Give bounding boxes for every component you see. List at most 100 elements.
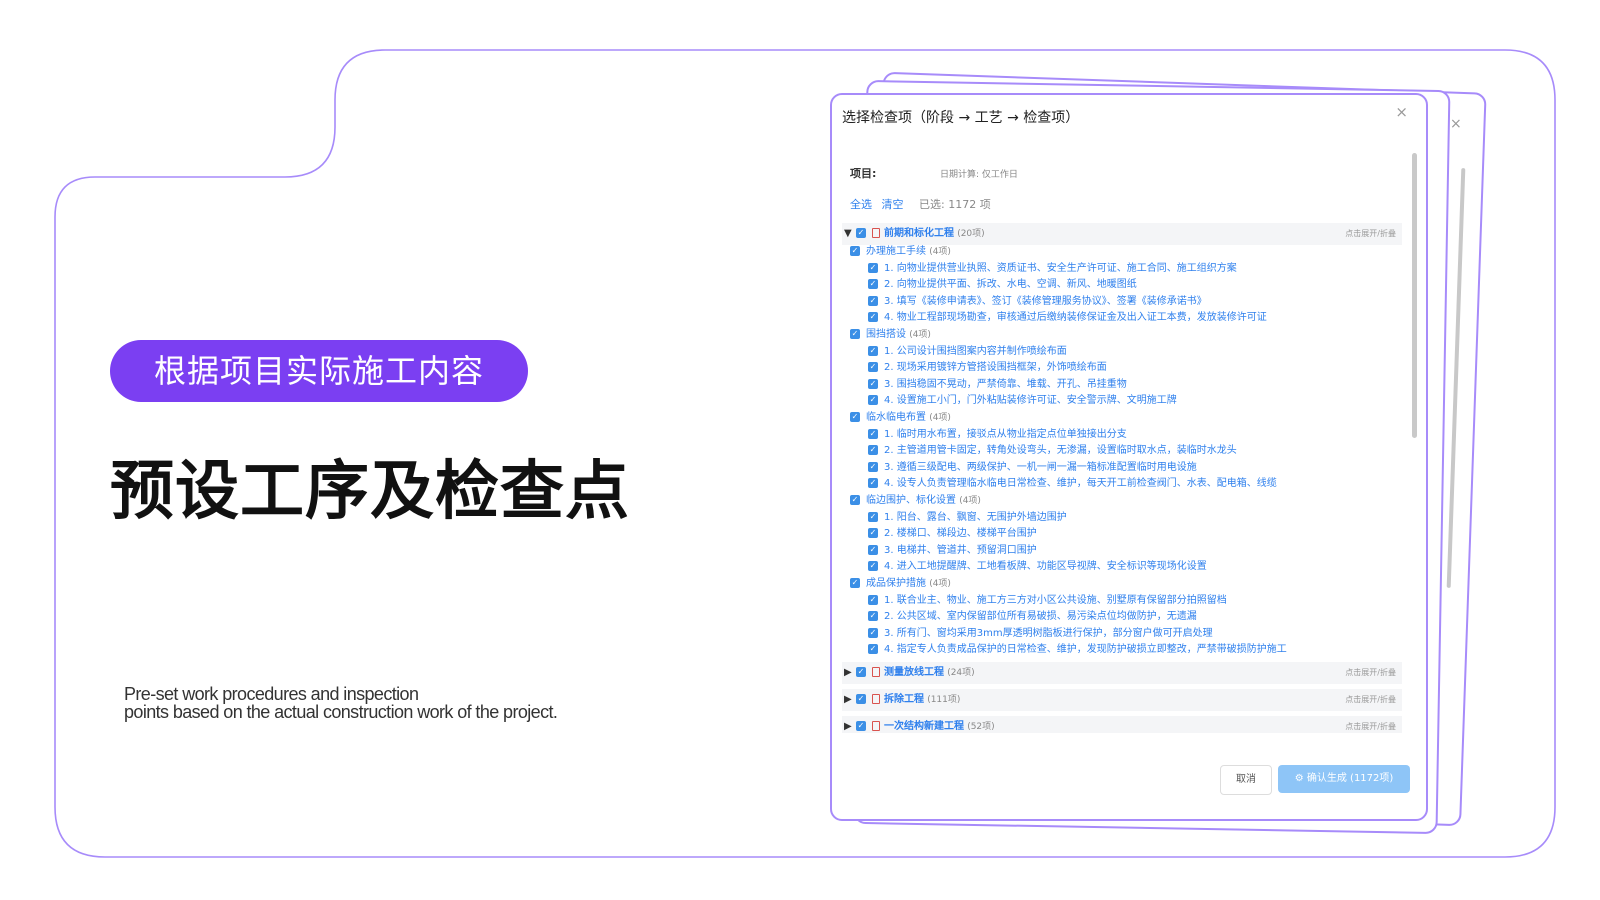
check-item[interactable]: 3. 遵循三级配电、两级保护、一机一闸一漏一箱标准配置临时用电设施 <box>868 461 1197 475</box>
check-item[interactable]: 3. 填写《装修申请表》、签订《装修管理服务协议》、签署《装修承诺书》 <box>868 295 1207 309</box>
check-item[interactable]: 1. 公司设计围挡图案内容并制作喷绘布面 <box>868 345 1067 359</box>
checkbox[interactable] <box>850 495 860 505</box>
group-row[interactable]: 临水临电布置 (4项) <box>850 411 951 425</box>
check-item-text: 3. 遵循三级配电、两级保护、一机一闸一漏一箱标准配置临时用电设施 <box>884 462 1197 473</box>
stage-row[interactable]: ▶ 拆除工程 (111项) 点击展开/折叠 <box>842 689 1402 711</box>
checkbox[interactable] <box>868 545 878 555</box>
close-icon[interactable]: × <box>1395 103 1408 121</box>
check-item[interactable]: 4. 设置施工小门，门外粘贴装修许可证、安全警示牌、文明施工牌 <box>868 394 1177 408</box>
checkbox[interactable] <box>850 246 860 256</box>
selected-count: 已选: 1172 项 <box>919 198 991 211</box>
english-subtitle: Pre-set work procedures and inspection p… <box>124 685 584 721</box>
stage-row[interactable]: ▶ 测量放线工程 (24项) 点击展开/折叠 <box>842 662 1402 684</box>
check-item[interactable]: 1. 联合业主、物业、施工方三方对小区公共设施、别墅原有保留部分拍照留档 <box>868 594 1227 608</box>
checkbox[interactable] <box>850 578 860 588</box>
check-item-text: 4. 设专人负责管理临水临电日常检查、维护，每天开工前检查阀门、水表、配电箱、线… <box>884 478 1277 489</box>
checkbox[interactable] <box>868 279 878 289</box>
checkbox[interactable] <box>868 429 878 439</box>
expand-hint: 点击展开/折叠 <box>1345 668 1396 677</box>
group-name: 办理施工手续 <box>866 246 926 257</box>
check-item-text: 1. 联合业主、物业、施工方三方对小区公共设施、别墅原有保留部分拍照留档 <box>884 595 1227 606</box>
stage-row[interactable]: ▶ 一次结构新建工程 (52项) 点击展开/折叠 <box>842 716 1402 733</box>
caret-right-icon[interactable]: ▶ <box>844 662 852 684</box>
document-icon <box>872 694 880 704</box>
checkbox[interactable] <box>868 462 878 472</box>
checkbox[interactable] <box>868 561 878 571</box>
group-row[interactable]: 临边围护、标化设置 (4项) <box>850 494 981 508</box>
checkbox[interactable] <box>868 445 878 455</box>
highlight-pill: 根据项目实际施工内容 <box>110 340 528 402</box>
checkbox[interactable] <box>868 362 878 372</box>
group-row[interactable]: 成品保护措施 (4项) <box>850 577 951 591</box>
group-name: 成品保护措施 <box>866 578 926 589</box>
check-item[interactable]: 4. 设专人负责管理临水临电日常检查、维护，每天开工前检查阀门、水表、配电箱、线… <box>868 477 1277 491</box>
caret-right-icon[interactable]: ▶ <box>844 716 852 733</box>
checkbox[interactable] <box>868 478 878 488</box>
clear-link[interactable]: 清空 <box>882 198 904 211</box>
check-item[interactable]: 2. 公共区域、室内保留部位所有易破损、易污染点位均做防护，无遗漏 <box>868 610 1197 624</box>
stage-count: (52项) <box>967 722 995 732</box>
checkbox[interactable] <box>868 628 878 638</box>
check-item[interactable]: 3. 电梯井、管道井、预留洞口围护 <box>868 544 1037 558</box>
checkbox[interactable] <box>856 721 866 731</box>
expand-hint: 点击展开/折叠 <box>1345 722 1396 731</box>
caret-right-icon[interactable]: ▶ <box>844 689 852 711</box>
checkbox[interactable] <box>868 296 878 306</box>
checkbox[interactable] <box>868 595 878 605</box>
confirm-generate-button[interactable]: ⚙ 确认生成 (1172项) <box>1278 765 1410 793</box>
check-item[interactable]: 2. 现场采用镀锌方管搭设围挡框架，外饰喷绘布面 <box>868 361 1107 375</box>
checkbox[interactable] <box>868 644 878 654</box>
document-icon <box>872 721 880 731</box>
caret-down-icon[interactable]: ▼ <box>844 223 852 245</box>
check-item[interactable]: 2. 楼梯口、梯段边、楼梯平台围护 <box>868 527 1037 541</box>
group-count: (4项) <box>929 247 951 257</box>
checkbox[interactable] <box>868 512 878 522</box>
checkbox[interactable] <box>850 412 860 422</box>
checkbox[interactable] <box>856 694 866 704</box>
group-row[interactable]: 围挡搭设 (4项) <box>850 328 931 342</box>
stage-name: 测量放线工程 <box>884 667 944 678</box>
group-name: 临边围护、标化设置 <box>866 495 956 506</box>
check-item-text: 1. 阳台、露台、飘窗、无围护外墙边围护 <box>884 512 1067 523</box>
checklist-tree: ▼ 前期和标化工程 (20项) 点击展开/折叠 办理施工手续 (4项) 1. 向… <box>842 223 1402 733</box>
group-count: (4项) <box>909 330 931 340</box>
checkbox[interactable] <box>856 667 866 677</box>
check-item-text: 2. 公共区域、室内保留部位所有易破损、易污染点位均做防护，无遗漏 <box>884 611 1197 622</box>
scrollbar[interactable] <box>1412 153 1417 438</box>
check-item[interactable]: 2. 主管道用管卡固定，转角处设弯头，无渗漏，设置临时取水点，装临时水龙头 <box>868 444 1237 458</box>
check-item-text: 2. 现场采用镀锌方管搭设围挡框架，外饰喷绘布面 <box>884 362 1107 373</box>
cancel-button[interactable]: 取消 <box>1220 765 1272 795</box>
check-item[interactable]: 3. 所有门、窗均采用3mm厚透明树脂板进行保护，部分窗户做可开启处理 <box>868 627 1213 641</box>
check-item[interactable]: 1. 向物业提供营业执照、资质证书、安全生产许可证、施工合同、施工组织方案 <box>868 262 1237 276</box>
check-item[interactable]: 3. 围挡稳固不晃动，严禁倚靠、堆载、开孔、吊挂重物 <box>868 378 1127 392</box>
check-item[interactable]: 1. 阳台、露台、飘窗、无围护外墙边围护 <box>868 511 1067 525</box>
check-item-text: 4. 物业工程部现场勘查，审核通过后缴纳装修保证金及出入证工本费，发放装修许可证 <box>884 312 1267 323</box>
stage-count: (24项) <box>947 668 975 678</box>
select-all-link[interactable]: 全选 <box>850 198 872 211</box>
check-item-text: 2. 楼梯口、梯段边、楼梯平台围护 <box>884 528 1037 539</box>
checkbox[interactable] <box>868 395 878 405</box>
check-item-text: 2. 向物业提供平面、拆改、水电、空调、新风、地暖图纸 <box>884 279 1137 290</box>
project-value: 日期计算: 仅工作日 <box>940 170 1018 180</box>
checkbox[interactable] <box>868 379 878 389</box>
checkbox[interactable] <box>868 263 878 273</box>
checkbox[interactable] <box>868 528 878 538</box>
check-item[interactable]: 4. 指定专人负责成品保护的日常检查、维护，发现防护破损立即整改，严禁带破损防护… <box>868 643 1287 657</box>
check-item[interactable]: 1. 临时用水布置，接驳点从物业指定点位单独接出分支 <box>868 428 1127 442</box>
checkbox[interactable] <box>856 228 866 238</box>
dialog-title: 选择检查项（阶段 → 工艺 → 检查项） <box>842 110 1080 126</box>
group-row[interactable]: 办理施工手续 (4项) <box>850 245 951 259</box>
check-item[interactable]: 2. 向物业提供平面、拆改、水电、空调、新风、地暖图纸 <box>868 278 1137 292</box>
stage-row[interactable]: ▼ 前期和标化工程 (20项) 点击展开/折叠 <box>842 223 1402 245</box>
checkbox[interactable] <box>850 329 860 339</box>
checkbox[interactable] <box>868 346 878 356</box>
stage-count: (111项) <box>927 695 961 705</box>
group-count: (4项) <box>929 413 951 423</box>
group-name: 临水临电布置 <box>866 412 926 423</box>
check-item-text: 3. 电梯井、管道井、预留洞口围护 <box>884 545 1037 556</box>
checkbox[interactable] <box>868 611 878 621</box>
checkbox[interactable] <box>868 312 878 322</box>
stage-name: 一次结构新建工程 <box>884 721 964 732</box>
check-item[interactable]: 4. 物业工程部现场勘查，审核通过后缴纳装修保证金及出入证工本费，发放装修许可证 <box>868 311 1267 325</box>
check-item[interactable]: 4. 进入工地提醒牌、工地看板牌、功能区导视牌、安全标识等现场化设置 <box>868 560 1207 574</box>
